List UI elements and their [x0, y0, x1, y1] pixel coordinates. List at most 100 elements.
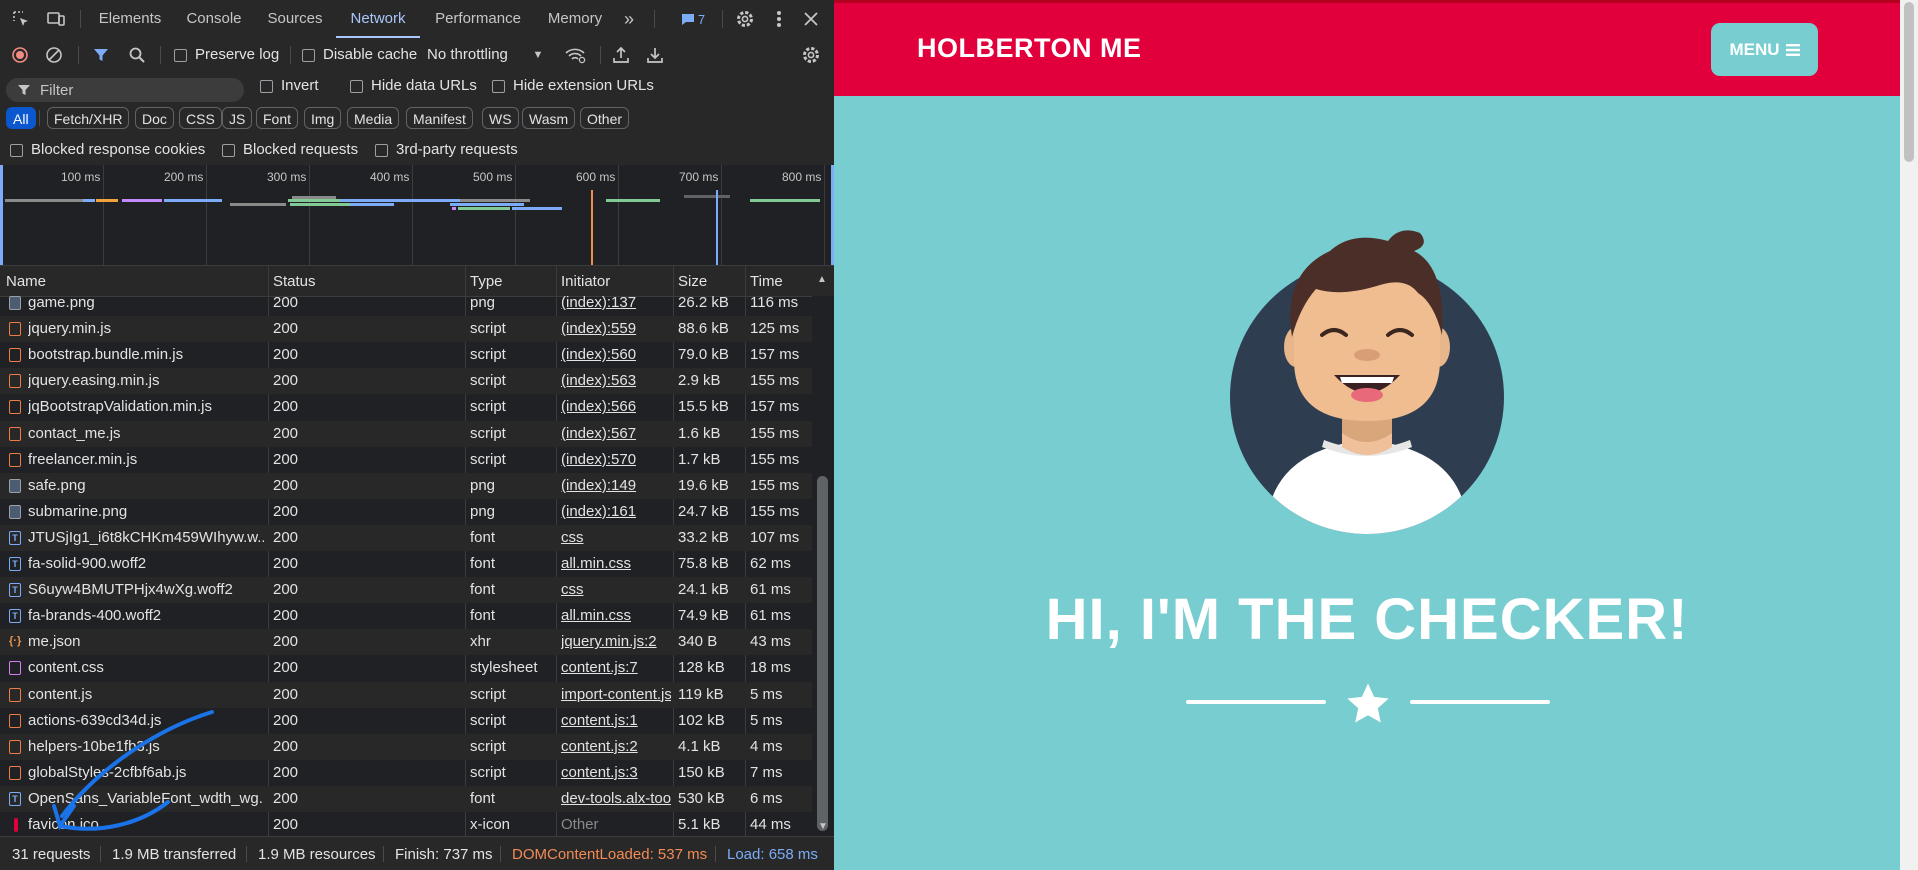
blocked-requests-checkbox[interactable] — [222, 144, 235, 157]
divider-line-right — [1410, 700, 1550, 704]
cell-initiator[interactable]: (index):161 — [561, 503, 671, 520]
column-header-status[interactable]: Status — [273, 273, 316, 290]
table-row[interactable]: content.js 200 script import-content.js 119 … — [0, 681, 812, 708]
cell-initiator[interactable]: (index):566 — [561, 398, 671, 415]
column-header-time[interactable]: Time — [750, 273, 783, 290]
settings-gear-icon[interactable] — [730, 0, 760, 38]
table-row[interactable]: Tfa-brands-400.woff2 200 font all.min.css 74… — [0, 603, 812, 629]
cell-initiator[interactable]: (index):560 — [561, 346, 671, 363]
preserve-log-checkbox[interactable] — [174, 49, 187, 62]
type-filter-all[interactable]: All — [6, 107, 36, 129]
type-filter-fetch-xhr[interactable]: Fetch/XHR — [47, 107, 130, 129]
third-party-requests-checkbox[interactable] — [375, 144, 388, 157]
tab-memory[interactable]: Memory — [540, 0, 610, 38]
cell-initiator[interactable]: content.js:2 — [561, 738, 671, 755]
column-header-size[interactable]: Size — [678, 273, 707, 290]
cell-initiator[interactable]: all.min.css — [561, 555, 671, 572]
record-stop-icon[interactable] — [8, 38, 32, 72]
table-row[interactable]: bootstrap.bundle.min.js 200 script (index):… — [0, 342, 812, 368]
import-har-icon[interactable] — [608, 38, 634, 72]
cell-initiator[interactable]: (index):567 — [561, 425, 671, 442]
table-row[interactable]: content.css 200 stylesheet content.js:7 128 … — [0, 655, 812, 681]
cell-initiator[interactable]: (index):559 — [561, 320, 671, 337]
tab-performance[interactable]: Performance — [428, 0, 528, 38]
table-row[interactable]: contact_me.js 200 script (index):567 1.6 kB 1… — [0, 420, 812, 447]
tab-console[interactable]: Console — [180, 0, 248, 38]
table-row[interactable]: jquery.min.js 200 script (index):559 88.6 kB… — [0, 316, 812, 343]
type-filter-media[interactable]: Media — [347, 107, 400, 129]
table-row[interactable]: jquery.easing.min.js 200 script (index):563… — [0, 368, 812, 395]
invert-checkbox[interactable] — [260, 80, 273, 93]
more-tabs-icon[interactable]: » — [616, 0, 642, 38]
table-row[interactable]: jqBootstrapValidation.min.js 200 script (in… — [0, 394, 812, 420]
type-filter-wasm[interactable]: Wasm — [522, 107, 576, 129]
table-scrollbar[interactable]: ▼ — [812, 296, 834, 836]
table-row[interactable]: Tfa-solid-900.woff2 200 font all.min.css 75.… — [0, 551, 812, 577]
table-row[interactable]: {·} me.json 200 xhr jquery.min.js:2 340 B 43 m… — [0, 629, 812, 656]
cell-initiator[interactable]: content.js:3 — [561, 764, 671, 781]
close-devtools-icon[interactable] — [798, 0, 824, 38]
table-row[interactable]: game.png 200 png (index):137 26.2 kB 116 ms — [0, 296, 812, 316]
table-scrollbar-thumb[interactable] — [817, 476, 828, 831]
filter-input[interactable]: Filter — [6, 78, 244, 102]
table-row[interactable]: safe.png 200 png (index):149 19.6 kB 155 ms — [0, 472, 812, 499]
hide-extension-urls-checkbox[interactable] — [492, 80, 505, 93]
type-filter-manifest[interactable]: Manifest — [406, 107, 473, 129]
tab-sources[interactable]: Sources — [260, 0, 330, 38]
issues-counter[interactable]: 7 — [676, 0, 710, 38]
cell-initiator[interactable]: css — [561, 581, 671, 598]
cell-name: game.png — [28, 296, 95, 311]
menu-button[interactable]: MENU — [1711, 23, 1818, 76]
page-scrollbar[interactable] — [1900, 0, 1918, 870]
site-brand[interactable]: HOLBERTON ME — [917, 33, 1142, 64]
chevron-down-icon[interactable]: ▼ — [530, 38, 546, 72]
resource-type-js-icon — [9, 322, 21, 337]
cell-initiator[interactable]: css — [561, 529, 671, 546]
clear-icon[interactable] — [42, 38, 66, 72]
type-filter-css[interactable]: CSS — [179, 107, 222, 129]
column-header-type[interactable]: Type — [470, 273, 503, 290]
type-filter-img[interactable]: Img — [304, 107, 342, 129]
cell-initiator[interactable]: (index):563 — [561, 372, 671, 389]
throttling-select[interactable]: No throttling — [427, 46, 508, 63]
table-row[interactable]: submarine.png 200 png (index):161 24.7 kB 155… — [0, 499, 812, 525]
cell-initiator[interactable]: (index):137 — [561, 296, 671, 311]
table-row[interactable]: T S6uyw4BMUTPHjx4wXg.woff2 200 font css 24.1 … — [0, 577, 812, 604]
overview-left-handle[interactable] — [0, 165, 3, 265]
type-filter-doc[interactable]: Doc — [135, 107, 174, 129]
cell-initiator[interactable]: content.js:1 — [561, 712, 671, 729]
export-har-icon[interactable] — [642, 38, 668, 72]
table-row[interactable]: T JTUSjIg1_i6t8kCHKm459WIhyw.w... 200 font c… — [0, 524, 812, 551]
sort-up-icon[interactable]: ▲ — [817, 274, 827, 285]
network-conditions-wifi-icon[interactable] — [562, 38, 588, 72]
column-header-initiator[interactable]: Initiator — [561, 273, 610, 290]
page-scrollbar-thumb[interactable] — [1904, 2, 1914, 162]
column-header-name[interactable]: Name — [6, 273, 46, 290]
type-filter-ws[interactable]: WS — [482, 107, 519, 129]
tab-network[interactable]: Network — [336, 0, 420, 38]
search-icon[interactable] — [124, 38, 150, 72]
table-row[interactable]: freelancer.min.js 200 script (index):570 1.7… — [0, 447, 812, 473]
type-filter-font[interactable]: Font — [256, 107, 299, 129]
type-filter-js[interactable]: JS — [222, 107, 253, 129]
filter-funnel-icon[interactable] — [88, 38, 114, 72]
cell-initiator[interactable]: import-content.js — [561, 686, 671, 703]
type-filter-other[interactable]: Other — [580, 107, 630, 129]
cell-initiator[interactable]: dev-tools.alx-tools — [561, 790, 671, 807]
disable-cache-checkbox[interactable] — [302, 49, 315, 62]
cell-initiator[interactable]: all.min.css — [561, 607, 671, 624]
cell-initiator[interactable]: (index):570 — [561, 451, 671, 468]
cell-initiator[interactable]: jquery.min.js:2 — [561, 633, 671, 650]
inspect-element-icon[interactable] — [8, 0, 34, 38]
device-toolbar-icon[interactable] — [42, 0, 70, 38]
hide-data-urls-checkbox[interactable] — [350, 80, 363, 93]
blocked-response-cookies-checkbox[interactable] — [10, 144, 23, 157]
more-options-icon[interactable] — [768, 0, 790, 38]
tab-elements[interactable]: Elements — [92, 0, 168, 38]
network-settings-gear-icon[interactable] — [796, 38, 826, 72]
scroll-down-icon[interactable]: ▼ — [818, 821, 828, 832]
cell-initiator[interactable]: content.js:7 — [561, 659, 671, 676]
network-overview-timeline[interactable]: 100 ms 200 ms 300 ms 400 ms 500 ms 600 m… — [0, 165, 834, 266]
cell-status: 200 — [273, 633, 299, 651]
cell-initiator[interactable]: (index):149 — [561, 477, 671, 494]
